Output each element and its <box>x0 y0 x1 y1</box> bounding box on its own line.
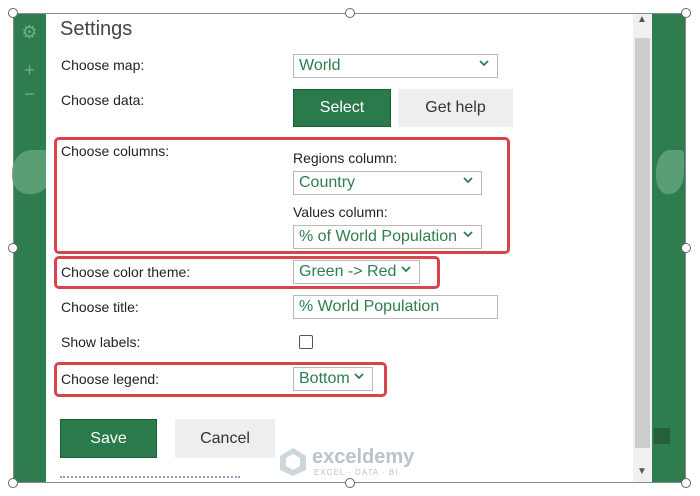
resize-handle[interactable] <box>345 8 355 18</box>
resize-handle[interactable] <box>681 243 691 253</box>
object-selection-frame <box>13 13 686 483</box>
resize-handle[interactable] <box>8 478 18 488</box>
resize-handle[interactable] <box>681 478 691 488</box>
resize-handle[interactable] <box>345 478 355 488</box>
resize-handle[interactable] <box>681 8 691 18</box>
resize-handle[interactable] <box>8 243 18 253</box>
resize-handle[interactable] <box>8 8 18 18</box>
